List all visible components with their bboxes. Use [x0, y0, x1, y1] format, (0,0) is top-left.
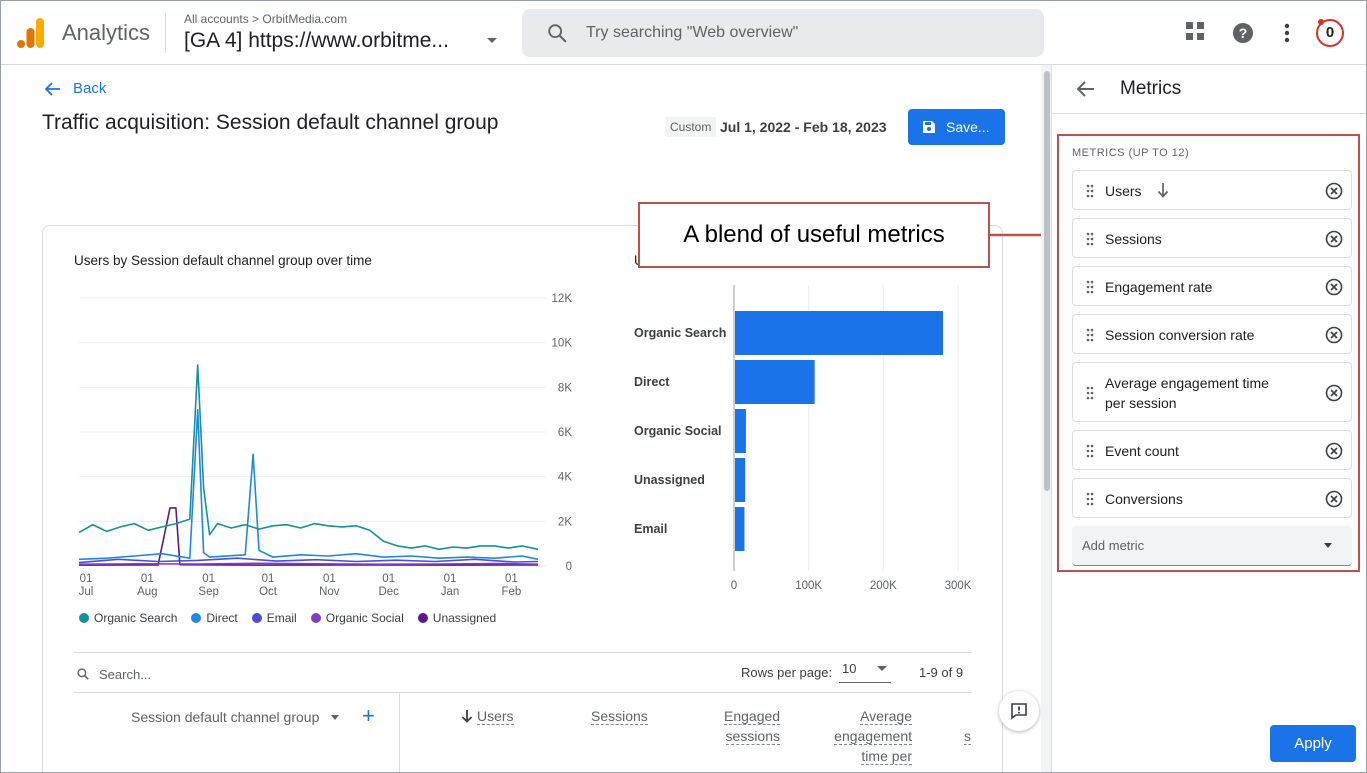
legend-item[interactable]: Organic Search — [79, 611, 177, 625]
engaged-line2: sessions — [725, 728, 780, 745]
more-vert-icon[interactable] — [1283, 23, 1291, 43]
partial-label: s — [964, 728, 971, 745]
line-y-tick-label: 2K — [558, 516, 572, 528]
legend-item[interactable]: Organic Social — [310, 611, 404, 625]
legend-item[interactable]: Unassigned — [417, 611, 497, 625]
legend-swatch — [417, 613, 428, 623]
column-header-sessions[interactable]: Sessions — [591, 706, 648, 726]
line-x-tick-month: Oct — [259, 586, 278, 598]
column-header-users[interactable]: Users — [461, 706, 514, 726]
rows-per-page-label: Rows per page: — [741, 665, 833, 680]
line-x-tick-day: 01 — [505, 573, 518, 585]
line-y-tick-label: 10K — [552, 338, 573, 350]
line-x-tick-month: Jul — [79, 586, 94, 598]
line-x-tick-month: Sep — [198, 586, 218, 598]
bar-x-tick-label: 100K — [795, 580, 822, 592]
line-x-tick-month: Aug — [137, 586, 157, 598]
chevron-down-icon — [331, 714, 340, 720]
app-window: Analytics All accounts > OrbitMedia.com … — [0, 0, 1367, 773]
line-series-organic-social — [78, 562, 539, 565]
avg-line2: engagement — [834, 728, 912, 745]
bar-direct — [735, 360, 815, 404]
legend-item[interactable]: Email — [251, 611, 297, 625]
legend-swatch — [191, 613, 202, 623]
legend-label: Organic Search — [94, 611, 178, 625]
line-y-tick-label: 8K — [558, 382, 572, 394]
annotation-callout: A blend of useful metrics — [638, 202, 990, 268]
avg-line3: time per — [861, 748, 912, 765]
legend-item[interactable]: Direct — [191, 611, 238, 625]
add-dimension-button[interactable]: + — [362, 703, 375, 729]
pagination-text: 1-9 of 9 — [919, 665, 964, 680]
panel-divider — [1051, 113, 1366, 114]
chevron-down-icon — [877, 666, 887, 671]
help-icon[interactable]: ? — [1232, 22, 1254, 44]
main-scrollbar-thumb[interactable] — [1044, 71, 1050, 491]
legend-label: Email — [266, 611, 297, 625]
avg-line1: Average — [860, 708, 912, 725]
line-y-tick-label: 0 — [566, 561, 572, 573]
search-icon — [77, 668, 89, 680]
panel-title: Metrics — [1120, 78, 1182, 99]
rows-per-page-value: 10 — [842, 661, 857, 676]
line-x-tick-day: 01 — [444, 573, 457, 585]
bar-category-label: Email — [634, 522, 667, 536]
users-label: Users — [477, 708, 514, 725]
charts-canvas: 12K10K8K6K4K2K001Jul01Aug01Sep01Oct01Nov… — [78, 285, 972, 598]
line-x-tick-month: Feb — [501, 586, 521, 598]
legend-swatch — [310, 613, 321, 623]
dimension-header-label: Session default channel group — [131, 709, 320, 725]
line-x-tick-month: Nov — [319, 586, 340, 598]
line-chart-legend: Organic Search Direct Email Organic Social U… — [79, 611, 496, 625]
bar-category-label: Unassigned — [634, 473, 705, 487]
line-y-tick-label: 4K — [558, 472, 572, 484]
legend-label: Organic Social — [325, 611, 404, 625]
line-x-tick-day: 01 — [382, 573, 395, 585]
bar-category-label: Direct — [634, 375, 670, 389]
table-top-divider — [74, 652, 972, 653]
line-y-tick-label: 6K — [558, 427, 572, 439]
rows-per-page-select[interactable]: 10 — [839, 661, 891, 683]
legend-swatch — [251, 613, 262, 623]
engaged-line1: Engaged — [724, 708, 781, 725]
table-column-divider — [399, 693, 400, 772]
dimension-header[interactable]: Session default channel group — [131, 709, 340, 725]
bar-email — [735, 507, 745, 551]
annotation-highlight-box — [1057, 134, 1360, 572]
line-x-tick-day: 01 — [141, 573, 154, 585]
bar-x-tick-label: 300K — [945, 580, 972, 592]
line-series-email — [78, 557, 539, 564]
column-header-partial[interactable]: s — [964, 726, 971, 746]
line-x-tick-day: 01 — [323, 573, 336, 585]
line-y-tick-label: 12K — [552, 293, 573, 305]
legend-label: Direct — [206, 611, 238, 625]
arrow-back-icon[interactable] — [1076, 80, 1096, 98]
svg-text:?: ? — [1239, 25, 1248, 41]
line-x-tick-month: Jan — [441, 586, 460, 598]
feedback-icon — [1011, 703, 1027, 720]
line-x-tick-day: 01 — [80, 573, 93, 585]
sessions-label: Sessions — [591, 708, 648, 725]
apps-grid-icon[interactable] — [1185, 21, 1205, 41]
notification-dot — [1318, 19, 1324, 25]
table-header-divider — [74, 692, 972, 693]
bar-x-tick-label: 200K — [870, 580, 897, 592]
table-search-input[interactable] — [99, 664, 379, 684]
column-header-engaged-sessions[interactable]: Engaged sessions — [724, 706, 781, 746]
legend-swatch — [79, 613, 89, 623]
apply-button[interactable]: Apply — [1270, 725, 1356, 762]
bar-x-tick-label: 0 — [731, 580, 737, 592]
bar-organic-search — [735, 311, 944, 355]
line-x-tick-day: 01 — [202, 573, 215, 585]
line-x-tick-day: 01 — [262, 573, 275, 585]
bar-organic-social — [735, 409, 746, 453]
line-x-tick-month: Dec — [378, 586, 399, 598]
feedback-button[interactable] — [999, 691, 1039, 731]
legend-label: Unassigned — [432, 611, 497, 625]
column-header-avg-engagement[interactable]: Average engagement time per — [823, 706, 912, 766]
bar-category-label: Organic Social — [634, 424, 722, 438]
arrow-down-icon — [461, 710, 473, 723]
bar-category-label: Organic Search — [634, 326, 726, 340]
bar-unassigned — [735, 458, 746, 502]
